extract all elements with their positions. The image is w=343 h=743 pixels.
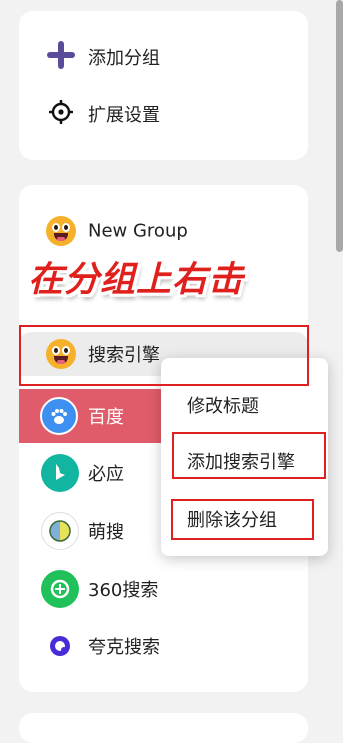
- next-card: [19, 713, 308, 743]
- engine-label: 360搜索: [88, 580, 159, 601]
- plus-icon: [46, 40, 76, 74]
- engine-item-quark[interactable]: 夸克搜索: [19, 623, 308, 669]
- extension-settings-button[interactable]: 扩展设置: [19, 92, 308, 136]
- group-new-group[interactable]: New Group: [19, 209, 308, 253]
- engine-label: 百度: [88, 407, 124, 428]
- mengsou-icon: [41, 512, 79, 550]
- engine-item-360[interactable]: 360搜索: [19, 566, 308, 612]
- group-search-engines-label: 搜索引擎: [88, 345, 160, 366]
- engine-label: 必应: [88, 464, 124, 485]
- gear-icon: [48, 99, 74, 128]
- extension-settings-label: 扩展设置: [88, 105, 160, 126]
- add-group-button[interactable]: 添加分组: [19, 35, 308, 79]
- quark-icon: [41, 627, 79, 665]
- engine-label: 夸克搜索: [88, 637, 160, 658]
- settings-card: 添加分组 扩展设置: [19, 11, 308, 160]
- menu-item-add-engine[interactable]: 添加搜索引擎: [187, 448, 295, 474]
- 360-search-icon: [41, 570, 79, 608]
- grinning-face-icon: [46, 216, 76, 246]
- add-group-label: 添加分组: [88, 48, 160, 69]
- engine-label: 萌搜: [88, 522, 124, 543]
- context-menu: 修改标题 添加搜索引擎 删除该分组: [161, 358, 328, 556]
- menu-item-delete-group[interactable]: 删除该分组: [187, 506, 277, 532]
- scrollbar-thumb[interactable]: [336, 0, 343, 252]
- group-new-group-label: New Group: [88, 220, 188, 242]
- grinning-face-icon: [46, 339, 76, 369]
- annotation-banner: 在分组上右击: [28, 260, 245, 300]
- bing-icon: [41, 454, 79, 492]
- menu-item-rename[interactable]: 修改标题: [187, 392, 259, 418]
- baidu-paw-icon: [40, 397, 78, 435]
